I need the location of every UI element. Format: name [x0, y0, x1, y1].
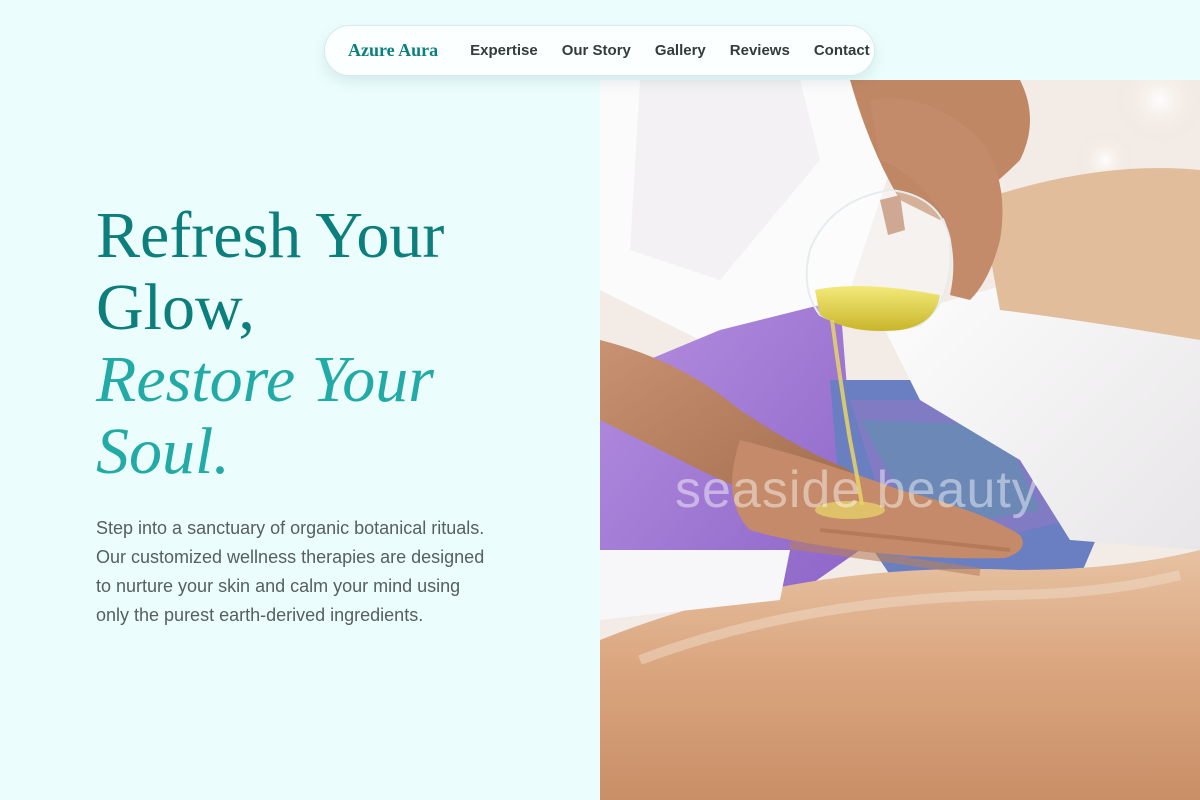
massage-illustration	[600, 80, 1200, 800]
hero-intro-text: Step into a sanctuary of organic botanic…	[96, 518, 485, 625]
hero-section: Refresh Your Glow, Restore Your Soul. St…	[96, 200, 516, 630]
nav-links: Expertise Our Story Gallery Reviews Cont…	[470, 42, 870, 59]
hero-headline: Refresh Your Glow, Restore Your Soul.	[96, 200, 516, 488]
nav-link-reviews[interactable]: Reviews	[730, 42, 790, 59]
headline-accent-dot: .	[213, 415, 230, 488]
headline-line-2: Glow,	[96, 271, 255, 344]
nav-link-our-story[interactable]: Our Story	[562, 42, 631, 59]
nav-link-expertise[interactable]: Expertise	[470, 42, 538, 59]
headline-line-1: Refresh Your	[96, 199, 445, 272]
headline-accent-line-2: Soul.	[96, 416, 516, 488]
headline-accent-word: Soul	[96, 415, 214, 488]
page: Azure Aura Expertise Our Story Gallery R…	[0, 0, 1200, 800]
nav-link-gallery[interactable]: Gallery	[655, 42, 706, 59]
brand-logo[interactable]: Azure Aura	[348, 40, 438, 61]
headline-accent-line-1: Restore Your	[96, 343, 434, 416]
nav-link-contact[interactable]: Contact	[814, 42, 870, 59]
image-watermark: seaside beauty	[675, 461, 1039, 519]
top-navigation: Azure Aura Expertise Our Story Gallery R…	[324, 25, 875, 76]
hero-massage-photo: seaside beauty	[600, 80, 1200, 800]
